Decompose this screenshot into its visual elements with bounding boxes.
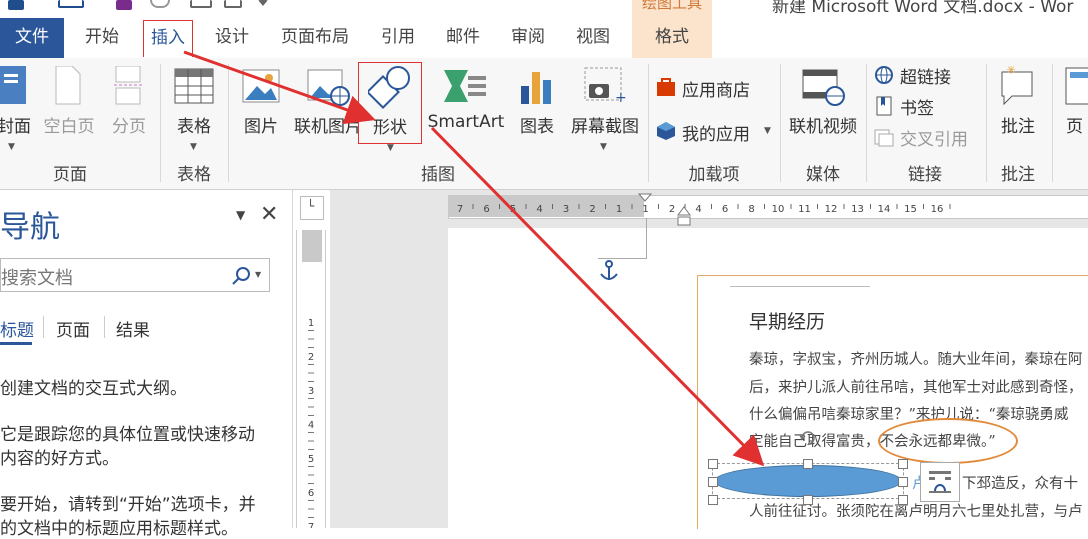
annotation-arrows [183,50,765,467]
